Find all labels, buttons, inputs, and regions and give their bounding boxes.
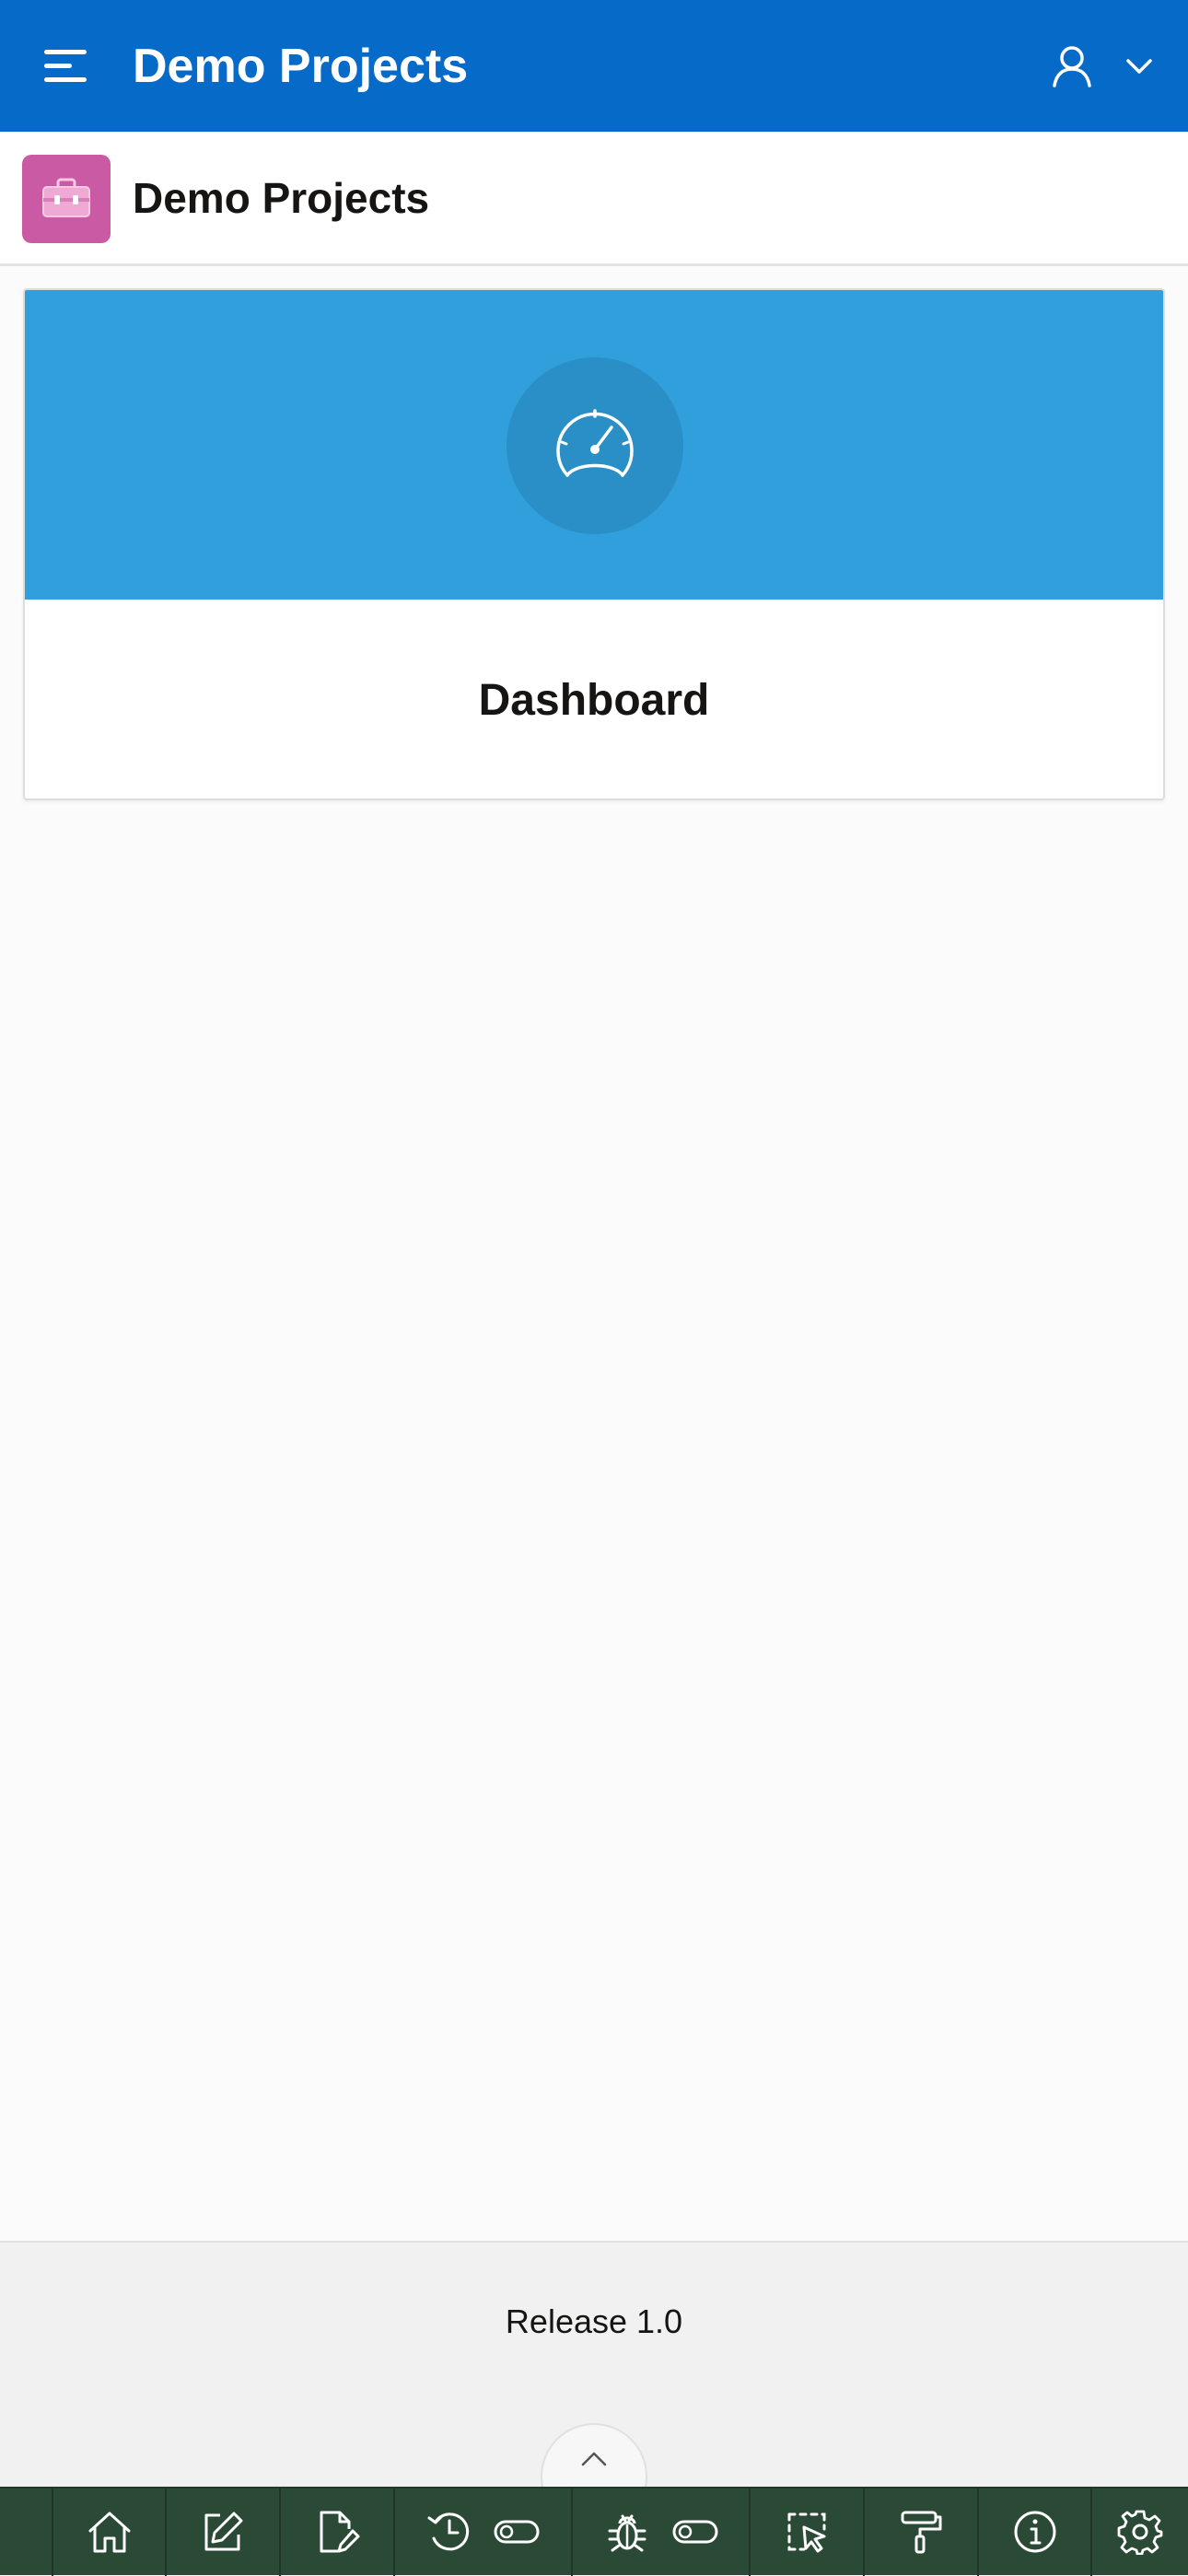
page-icon [22, 155, 111, 243]
gear-icon [1117, 2510, 1163, 2555]
edit-icon [204, 2512, 243, 2551]
speedometer-icon [556, 409, 634, 477]
toolbar-quick-edit-button[interactable] [751, 2488, 866, 2576]
toolbar-session-button[interactable] [395, 2488, 574, 2576]
card-banner [25, 290, 1163, 600]
toolbar-info-button[interactable] [979, 2488, 1093, 2576]
user-menu-button[interactable] [1052, 37, 1153, 96]
toolbar-debug-button[interactable] [573, 2488, 751, 2576]
bug-icon [608, 2514, 646, 2552]
toolbar-settings-button[interactable] [1092, 2488, 1188, 2576]
paint-roller-icon [901, 2511, 942, 2554]
toolbox-icon [42, 178, 90, 217]
toolbar-home-button[interactable] [53, 2488, 168, 2576]
home-icon [88, 2512, 131, 2553]
card-icon-circle [507, 357, 683, 534]
quick-edit-icon [787, 2512, 826, 2553]
hamburger-icon [44, 50, 87, 82]
chevron-down-icon [1126, 59, 1152, 74]
user-icon [1053, 46, 1091, 87]
toggle-icon [672, 2520, 718, 2544]
card-title: Dashboard [478, 675, 710, 725]
toggle-icon [494, 2520, 540, 2544]
edit-page-icon [320, 2511, 360, 2553]
session-icon [427, 2512, 470, 2551]
dashboard-card[interactable]: Dashboard [23, 288, 1165, 800]
page-title: Demo Projects [133, 174, 430, 222]
release-version: Release 1.0 [505, 2302, 683, 2340]
toolbar-spacer [0, 2488, 53, 2576]
app-header: Demo Projects [0, 0, 1188, 132]
page-title-bar: Demo Projects [0, 132, 1188, 266]
nav-menu-button[interactable] [37, 41, 96, 92]
app-title[interactable]: Demo Projects [133, 33, 468, 99]
chevron-up-icon [581, 2452, 607, 2466]
info-icon [1014, 2511, 1056, 2553]
toolbar-theme-roller-button[interactable] [865, 2488, 979, 2576]
toolbar-edit-app-button[interactable] [167, 2488, 282, 2576]
developer-toolbar [0, 2487, 1188, 2576]
page-footer: Release 1.0 [0, 2241, 1188, 2530]
toolbar-edit-page-button[interactable] [281, 2488, 395, 2576]
